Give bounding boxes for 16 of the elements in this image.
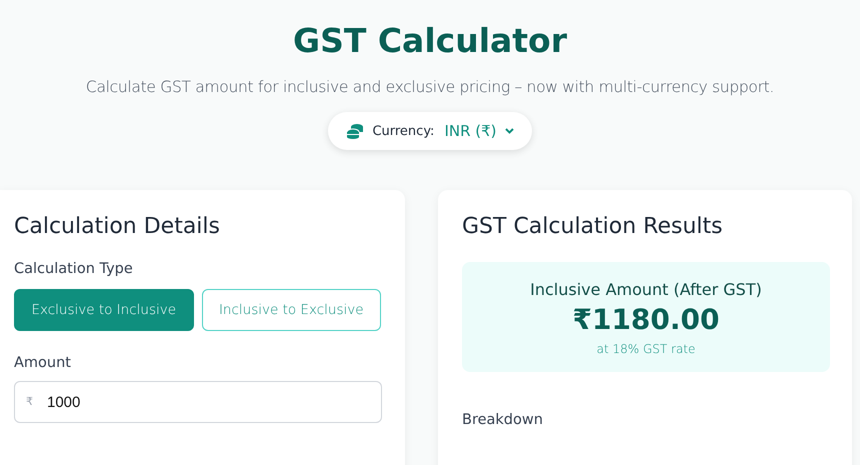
breakdown-heading: Breakdown (462, 412, 544, 428)
currency-selector[interactable]: Currency: INR (₹) (328, 112, 532, 150)
calculation-type-button[interactable]: Inclusive to Exclusive (202, 289, 381, 331)
currency-symbol: ₹ (26, 395, 33, 409)
field-label: Calculation Type (14, 261, 133, 277)
result-note: at 18% GST rate (596, 342, 696, 356)
calculation-type-button[interactable]: Exclusive to Inclusive (14, 289, 194, 331)
chevron-down-icon (504, 128, 514, 134)
result-value: ₹1180.00 (572, 303, 720, 336)
field-label: Amount (14, 355, 71, 371)
card-title: GST Calculation Results (462, 214, 723, 239)
page-title: GST Calculator (292, 20, 567, 61)
page-subtitle: Calculate GST amount for inclusive and exclusive pricing – now with multi-currency support. (86, 78, 774, 96)
card-title: Calculation Details (14, 214, 220, 239)
coins-icon (346, 123, 364, 139)
result-label: Inclusive Amount (After GST) (530, 280, 762, 299)
